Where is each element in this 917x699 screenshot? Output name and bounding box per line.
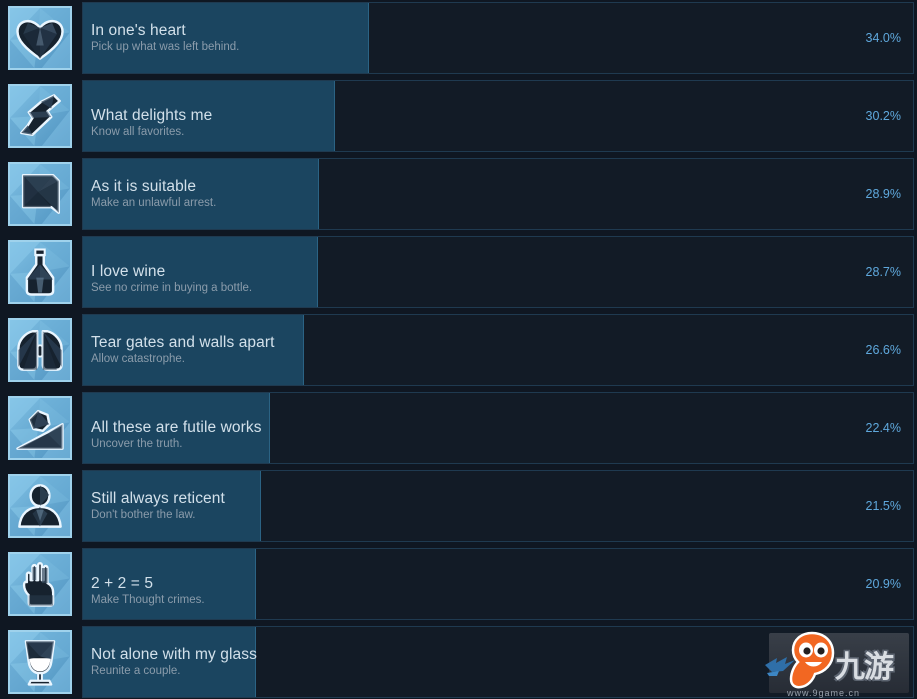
achievement-card[interactable]: In one's heart Pick up what was left behi…: [82, 2, 914, 74]
achievement-row[interactable]: All these are futile works Uncover the tr…: [4, 392, 914, 464]
achievement-percent: 20.9%: [865, 577, 901, 591]
achievement-percent: 21.5%: [865, 499, 901, 513]
achievement-card[interactable]: All these are futile works Uncover the tr…: [82, 392, 914, 464]
achievement-progress-bar: [83, 471, 261, 541]
achievement-percent: 22.4%: [865, 421, 901, 435]
achievement-row[interactable]: Tear gates and walls apart Allow catastro…: [4, 314, 914, 386]
achievement-row[interactable]: I love wine See no crime in buying a bott…: [4, 236, 914, 308]
achievement-row[interactable]: Not alone with my glass Reunite a couple.: [4, 626, 914, 698]
achievement-progress-bar: [83, 627, 256, 697]
achievement-card[interactable]: Tear gates and walls apart Allow catastro…: [82, 314, 914, 386]
achievement-row[interactable]: 2 + 2 = 5 Make Thought crimes. 20.9%: [4, 548, 914, 620]
wine-glass-icon: [8, 630, 72, 694]
lungs-icon: [8, 318, 72, 382]
achievement-row[interactable]: As it is suitable Make an unlawful arrest…: [4, 158, 914, 230]
achievement-percent: 30.2%: [865, 109, 901, 123]
achievement-card[interactable]: As it is suitable Make an unlawful arrest…: [82, 158, 914, 230]
achievement-row[interactable]: In one's heart Pick up what was left behi…: [4, 2, 914, 74]
hand-four-fingers-icon: [8, 552, 72, 616]
achievement-card[interactable]: Not alone with my glass Reunite a couple.: [82, 626, 914, 698]
achievement-percent: 28.7%: [865, 265, 901, 279]
achievement-progress-bar: [83, 81, 335, 151]
person-icon: [8, 474, 72, 538]
achievement-row[interactable]: What delights me Know all favorites. 30.2%: [4, 80, 914, 152]
achievement-card[interactable]: I love wine See no crime in buying a bott…: [82, 236, 914, 308]
bottle-icon: [8, 240, 72, 304]
boulder-slope-icon: [8, 396, 72, 460]
achievement-percent: 26.6%: [865, 343, 901, 357]
achievement-card[interactable]: Still always reticent Don't bother the la…: [82, 470, 914, 542]
achievement-progress-bar: [83, 237, 318, 307]
achievement-progress-bar: [83, 3, 369, 73]
achievement-row[interactable]: Still always reticent Don't bother the la…: [4, 470, 914, 542]
achievement-list: In one's heart Pick up what was left behi…: [0, 0, 917, 699]
achievement-card[interactable]: 2 + 2 = 5 Make Thought crimes. 20.9%: [82, 548, 914, 620]
achievement-card[interactable]: What delights me Know all favorites. 30.2%: [82, 80, 914, 152]
achievement-percent: 34.0%: [865, 31, 901, 45]
candy-icon: [8, 84, 72, 148]
heart-icon: [8, 6, 72, 70]
achievement-progress-bar: [83, 549, 256, 619]
achievement-progress-bar: [83, 159, 319, 229]
book-icon: [8, 162, 72, 226]
achievement-progress-bar: [83, 315, 304, 385]
achievement-percent: 28.9%: [865, 187, 901, 201]
achievement-progress-bar: [83, 393, 270, 463]
